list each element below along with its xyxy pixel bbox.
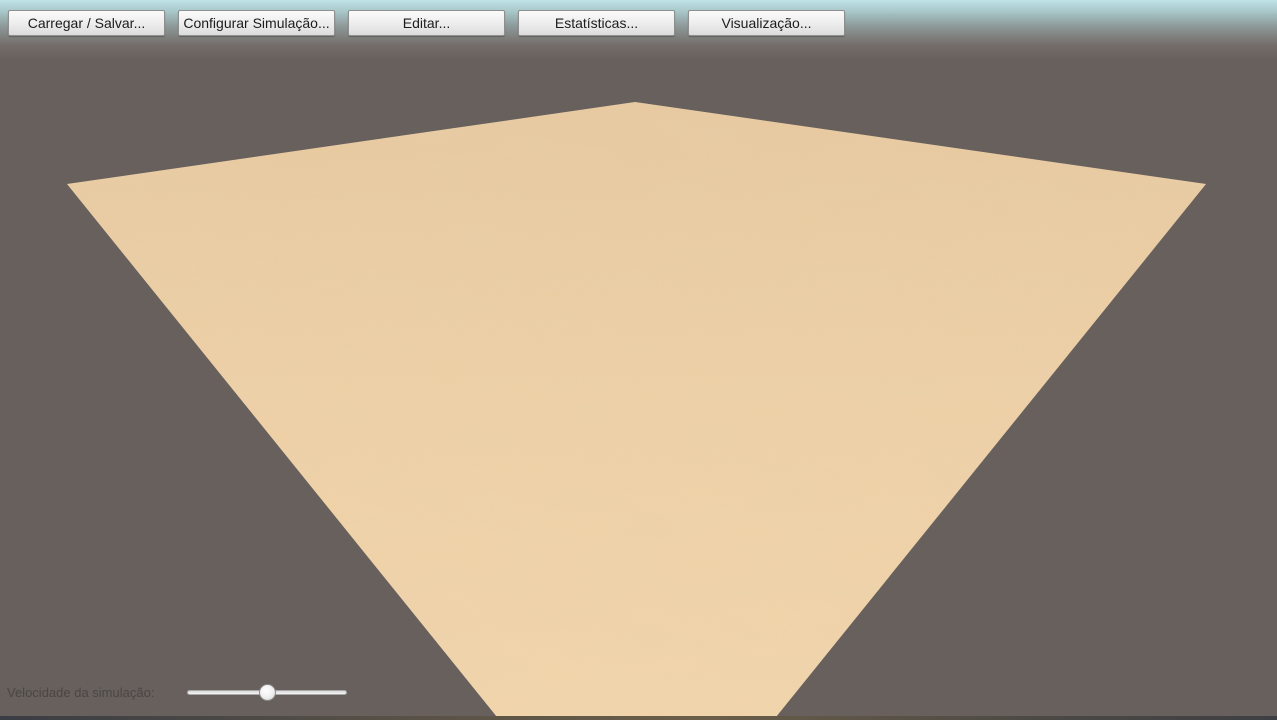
edit-button[interactable]: Editar...	[348, 10, 505, 36]
simulation-speed-label: Velocidade da simulação:	[7, 685, 155, 700]
load-save-button[interactable]: Carregar / Salvar...	[8, 10, 165, 36]
taskbar-edge	[0, 716, 1277, 720]
slider-thumb[interactable]	[259, 684, 276, 701]
sand-grain-texture	[67, 102, 1206, 717]
simulation-viewport[interactable]: Carregar / Salvar... Configurar Simulaçã…	[0, 0, 1277, 720]
visualization-button[interactable]: Visualização...	[688, 10, 845, 36]
simulation-speed-slider[interactable]	[187, 684, 347, 702]
scene-3d-view[interactable]	[0, 0, 1277, 720]
configure-simulation-button[interactable]: Configurar Simulação...	[178, 10, 335, 36]
statistics-button[interactable]: Estatísticas...	[518, 10, 675, 36]
